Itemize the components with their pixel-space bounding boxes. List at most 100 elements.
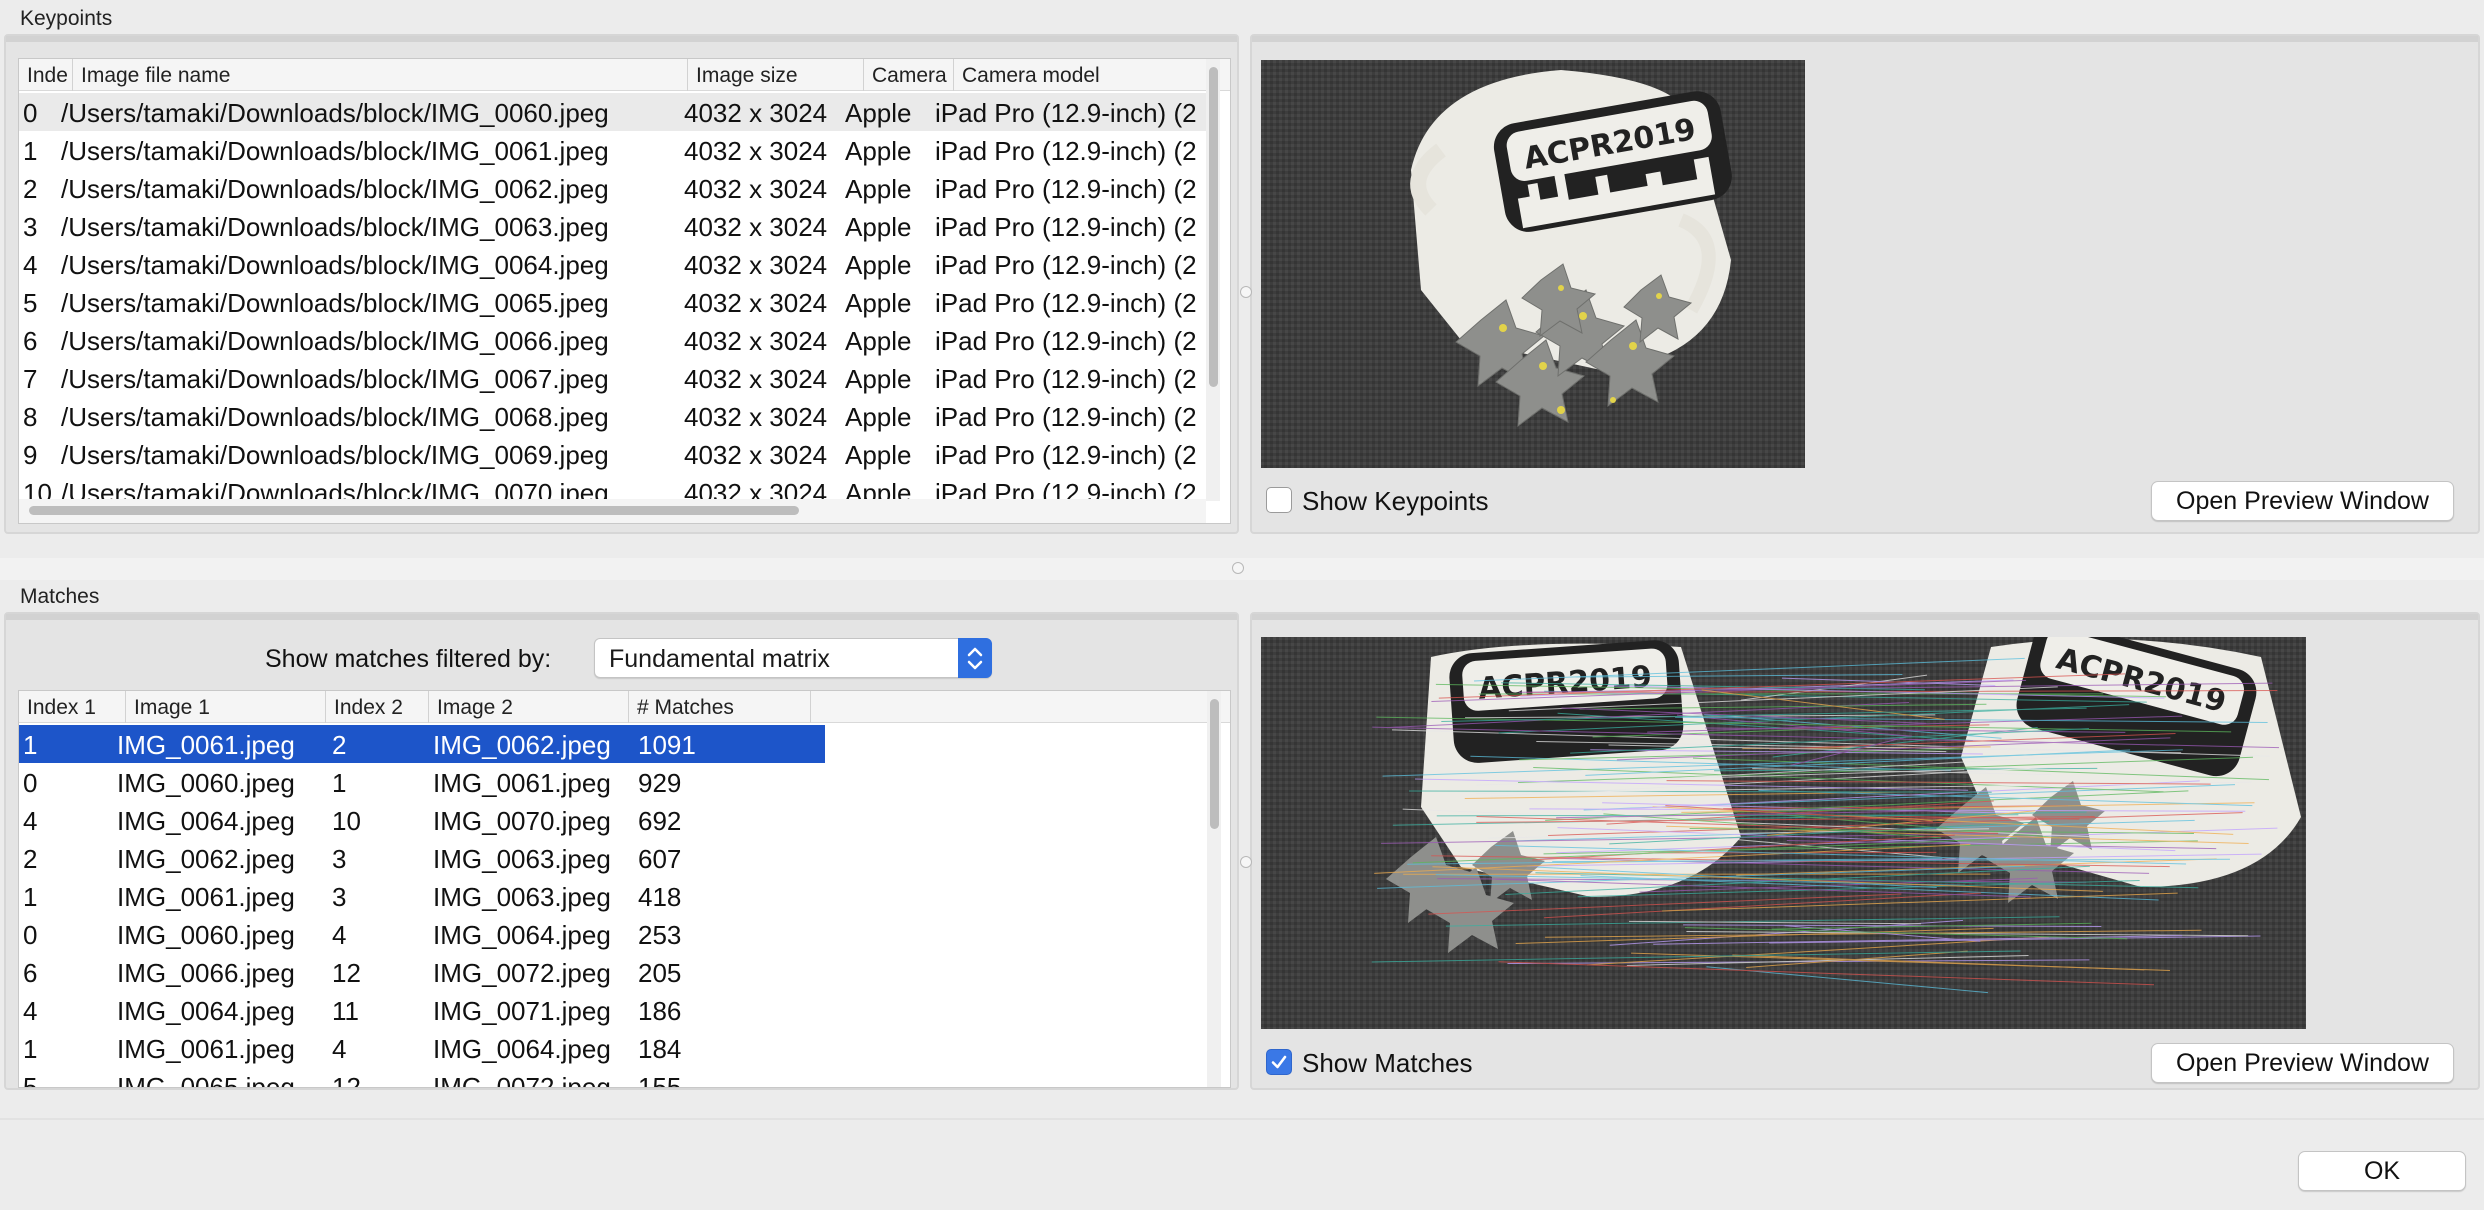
matches-cell: IMG_0064.jpeg [433, 1034, 611, 1064]
keypoints-cell: iPad Pro (12.9-inch) (2 [935, 288, 1197, 318]
matches-cell: IMG_0062.jpeg [433, 730, 611, 760]
matches-cell: 2 [332, 730, 347, 760]
matches-cell: 1091 [638, 730, 696, 760]
matches-cell: IMG_0063.jpeg [433, 882, 611, 912]
keypoints-cell: Apple [845, 136, 912, 166]
keypoints-table-row[interactable]: 3/Users/tamaki/Downloads/block/IMG_0063.… [19, 207, 1206, 245]
matches-cell: 155 [638, 1072, 682, 1088]
matches-cell: IMG_0064.jpeg [117, 806, 295, 836]
ok-button[interactable]: OK [2298, 1151, 2466, 1191]
matches-table-row[interactable]: 1 IMG_0061.jpeg 4 IMG_0064.jpeg 184 [19, 1029, 1207, 1067]
matches-cell: 11 [332, 996, 359, 1026]
matches-cell: IMG_0061.jpeg [117, 882, 295, 912]
matches-cell: IMG_0061.jpeg [433, 768, 611, 798]
matches-section-title: Matches [20, 585, 100, 608]
matches-vertical-scroll-thumb[interactable] [1210, 699, 1219, 829]
keypoints-cell: /Users/tamaki/Downloads/block/IMG_0067.j… [61, 364, 609, 394]
column-header-index[interactable]: Inde [19, 59, 73, 91]
matches-table-row[interactable]: 2 IMG_0062.jpeg 3 IMG_0063.jpeg 607 [19, 839, 1207, 877]
keypoints-section-title: Keypoints [20, 7, 113, 30]
matches-table-row[interactable]: 5 IMG_0065.jpeg 12 IMG_0072.jpeg 155 [19, 1067, 1207, 1088]
show-keypoints-label[interactable]: Show Keypoints [1302, 486, 1488, 517]
keypoints-cell: /Users/tamaki/Downloads/block/IMG_0066.j… [61, 326, 609, 356]
filter-select[interactable]: Fundamental matrix [594, 638, 992, 678]
matches-table-row[interactable]: 1 IMG_0061.jpeg 2 IMG_0062.jpeg 1091 [19, 725, 825, 763]
matches-table[interactable]: Index 1 Image 1 Index 2 Image 2 # Matche… [18, 690, 1231, 1088]
matches-cell: 1 [23, 882, 38, 912]
matches-cell: IMG_0063.jpeg [433, 844, 611, 874]
keypoints-horizontal-scroll-thumb[interactable] [29, 506, 799, 515]
matches-cell: 929 [638, 768, 682, 798]
matches-table-row[interactable]: 1 IMG_0061.jpeg 3 IMG_0063.jpeg 418 [19, 877, 1207, 915]
keypoints-table-row[interactable]: 2/Users/tamaki/Downloads/block/IMG_0062.… [19, 169, 1206, 207]
matches-cell: 1 [23, 730, 38, 760]
keypoints-table[interactable]: Inde Image file name Image size Camera C… [18, 58, 1231, 524]
matches-cell: 10 [332, 806, 361, 836]
keypoints-open-preview-button[interactable]: Open Preview Window [2151, 481, 2454, 521]
keypoints-table-row[interactable]: 5/Users/tamaki/Downloads/block/IMG_0065.… [19, 283, 1206, 321]
horizontal-splitter-handle[interactable] [1232, 562, 1244, 574]
show-keypoints-checkbox[interactable] [1266, 487, 1292, 513]
keypoints-cell: /Users/tamaki/Downloads/block/IMG_0063.j… [61, 212, 609, 242]
keypoints-cell: Apple [845, 212, 912, 242]
matches-cell: 6 [23, 958, 38, 988]
keypoints-splitter-handle[interactable] [1240, 286, 1252, 298]
show-matches-checkbox[interactable] [1266, 1049, 1292, 1075]
keypoints-table-row[interactable]: 4/Users/tamaki/Downloads/block/IMG_0064.… [19, 245, 1206, 283]
matches-cell: 184 [638, 1034, 682, 1064]
column-header-image-2[interactable]: Image 2 [429, 691, 629, 723]
matches-table-row[interactable]: 6 IMG_0066.jpeg 12 IMG_0072.jpeg 205 [19, 953, 1207, 991]
column-header-file-name[interactable]: Image file name [73, 59, 688, 91]
matches-table-row[interactable]: 4 IMG_0064.jpeg 10 IMG_0070.jpeg 692 [19, 801, 1207, 839]
matches-splitter-handle[interactable] [1240, 856, 1252, 868]
keypoints-table-row[interactable]: 6/Users/tamaki/Downloads/block/IMG_0066.… [19, 321, 1206, 359]
matches-cell: 205 [638, 958, 682, 988]
show-matches-label[interactable]: Show Matches [1302, 1048, 1473, 1079]
matches-cell: 12 [332, 1072, 361, 1088]
column-header-image-1[interactable]: Image 1 [126, 691, 326, 723]
keypoints-cell: Apple [845, 174, 912, 204]
keypoints-vertical-scroll-thumb[interactable] [1209, 67, 1218, 387]
filter-label: Show matches filtered by: [265, 645, 552, 673]
keypoints-table-row[interactable]: 9/Users/tamaki/Downloads/block/IMG_0069.… [19, 435, 1206, 473]
matches-open-preview-button[interactable]: Open Preview Window [2151, 1043, 2454, 1083]
matches-cell: 0 [23, 768, 38, 798]
keypoints-cell: 4032 x 3024 [684, 212, 828, 242]
footer-separator [0, 1118, 2484, 1120]
column-header-camera[interactable]: Camera [864, 59, 954, 91]
keypoints-cell: Apple [845, 288, 912, 318]
matches-cell: 418 [638, 882, 682, 912]
matches-table-row[interactable]: 4 IMG_0064.jpeg 11 IMG_0071.jpeg 186 [19, 991, 1207, 1029]
keypoints-cell: iPad Pro (12.9-inch) (2 [935, 402, 1197, 432]
column-header-index-2[interactable]: Index 2 [326, 691, 429, 723]
column-header-camera-model[interactable]: Camera model [954, 59, 1224, 91]
keypoints-cell: /Users/tamaki/Downloads/block/IMG_0068.j… [61, 402, 609, 432]
keypoints-vertical-scrollbar[interactable] [1206, 59, 1220, 501]
keypoints-table-row[interactable]: 7/Users/tamaki/Downloads/block/IMG_0067.… [19, 359, 1206, 397]
keypoints-cell: /Users/tamaki/Downloads/block/IMG_0064.j… [61, 250, 609, 280]
matches-table-row[interactable]: 0 IMG_0060.jpeg 4 IMG_0064.jpeg 253 [19, 915, 1207, 953]
matches-cell: IMG_0062.jpeg [117, 844, 295, 874]
column-header-index-1[interactable]: Index 1 [19, 691, 126, 723]
checkmark-icon [1271, 1055, 1287, 1069]
matches-vertical-scrollbar[interactable] [1207, 691, 1221, 1087]
matches-cell: IMG_0061.jpeg [117, 1034, 295, 1064]
keypoints-cell: Apple [845, 250, 912, 280]
matches-cell: 3 [332, 882, 347, 912]
keypoints-cell: iPad Pro (12.9-inch) (2 [935, 98, 1197, 128]
column-header-matches[interactable]: # Matches [629, 691, 811, 723]
matches-cell: 12 [332, 958, 361, 988]
column-header-image-size[interactable]: Image size [688, 59, 864, 91]
keypoints-cell: 4032 x 3024 [684, 250, 828, 280]
matches-table-row[interactable]: 0 IMG_0060.jpeg 1 IMG_0061.jpeg 929 [19, 763, 1207, 801]
keypoints-cell: iPad Pro (12.9-inch) (2 [935, 440, 1197, 470]
keypoints-horizontal-scrollbar[interactable] [19, 499, 1206, 523]
keypoints-cell: iPad Pro (12.9-inch) (2 [935, 364, 1197, 394]
keypoints-cell: Apple [845, 364, 912, 394]
matches-table-header: Index 1 Image 1 Index 2 Image 2 # Matche… [19, 691, 1230, 723]
keypoints-table-row[interactable]: 0/Users/tamaki/Downloads/block/IMG_0060.… [19, 93, 1206, 131]
matches-cell: 0 [23, 920, 38, 950]
keypoints-table-row[interactable]: 8/Users/tamaki/Downloads/block/IMG_0068.… [19, 397, 1206, 435]
keypoints-table-row[interactable]: 1/Users/tamaki/Downloads/block/IMG_0061.… [19, 131, 1206, 169]
matches-preview-image: ACPR2019 ACPR2019 [1261, 637, 2306, 1029]
